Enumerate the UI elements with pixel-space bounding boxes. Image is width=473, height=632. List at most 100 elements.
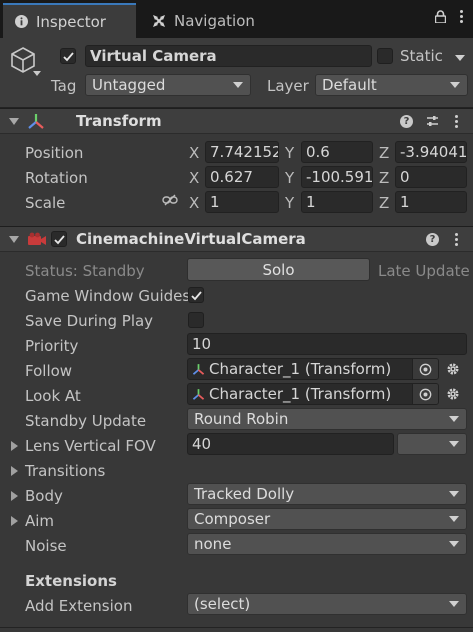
help-icon[interactable]: ? xyxy=(426,233,439,246)
target-icon[interactable] xyxy=(412,384,438,404)
lock-icon[interactable] xyxy=(434,10,447,27)
scale-x-label[interactable]: X xyxy=(189,194,199,212)
checkmark-icon xyxy=(62,51,74,61)
kebab-menu-icon[interactable] xyxy=(460,10,463,27)
aim-foldout-arrow-icon[interactable] xyxy=(11,516,18,526)
priority-value: 10 xyxy=(192,335,212,353)
follow-field[interactable]: Character_1 (Transform) xyxy=(187,358,439,380)
kebab-menu-icon[interactable] xyxy=(455,233,458,246)
scale-x-value: 1 xyxy=(210,193,220,211)
rotation-x-value: 0.627 xyxy=(210,168,253,186)
bottom-divider xyxy=(0,627,473,628)
rotation-z-field[interactable]: 0 xyxy=(395,166,467,188)
layer-dropdown[interactable]: Default xyxy=(315,74,468,96)
position-z-value: -3.94041 xyxy=(400,143,467,161)
chevron-down-icon xyxy=(450,82,460,88)
aim-value: Composer xyxy=(194,510,271,528)
look-at-label: Look At xyxy=(25,387,81,405)
scale-z-label[interactable]: Z xyxy=(379,194,389,212)
transform-title: Transform xyxy=(76,112,162,130)
transform-axes-icon xyxy=(27,113,45,134)
position-y-label[interactable]: Y xyxy=(285,144,294,162)
scale-z-field[interactable]: 1 xyxy=(395,191,467,213)
scale-y-field[interactable]: 1 xyxy=(301,191,373,213)
solo-button[interactable]: Solo xyxy=(187,258,370,281)
transitions-foldout-arrow-icon[interactable] xyxy=(11,466,18,476)
active-checkbox[interactable] xyxy=(60,48,76,64)
standby-update-dropdown[interactable]: Round Robin xyxy=(187,408,467,430)
gear-icon[interactable] xyxy=(446,387,460,405)
tab-inspector-label: Inspector xyxy=(36,12,106,31)
extensions-heading: Extensions xyxy=(25,572,117,590)
game-window-guides-label: Game Window Guides xyxy=(25,287,191,305)
position-x-field[interactable]: 7.742152 xyxy=(205,141,279,163)
sliders-icon[interactable] xyxy=(426,115,439,132)
scale-x-field[interactable]: 1 xyxy=(205,191,279,213)
vcam-title: CinemachineVirtualCamera xyxy=(76,230,306,248)
rotation-z-label[interactable]: Z xyxy=(379,169,389,187)
tab-navigation-label: Navigation xyxy=(174,11,255,30)
gear-icon[interactable] xyxy=(446,362,460,380)
body-dropdown[interactable]: Tracked Dolly xyxy=(187,483,467,505)
follow-value: Character_1 (Transform) xyxy=(209,360,392,378)
transform-axes-icon xyxy=(192,363,205,376)
noise-dropdown[interactable]: none xyxy=(187,533,467,555)
layer-label: Layer xyxy=(267,77,309,95)
foldout-arrow-icon[interactable] xyxy=(9,236,19,243)
static-dropdown-arrow[interactable] xyxy=(455,55,465,61)
body-label[interactable]: Body xyxy=(25,487,63,505)
transform-header[interactable]: Transform ? xyxy=(0,108,473,134)
kebab-menu-icon[interactable] xyxy=(455,115,458,128)
vcam-header[interactable]: CinemachineVirtualCamera ? xyxy=(0,226,473,252)
icon-dropdown-arrow[interactable] xyxy=(33,71,41,76)
chevron-down-icon xyxy=(449,601,459,607)
status-label: Status: Standby xyxy=(25,262,145,280)
target-icon[interactable] xyxy=(412,359,438,379)
checkmark-icon xyxy=(190,290,202,300)
lens-vertical-fov-field[interactable]: 40 xyxy=(187,433,394,455)
tag-dropdown[interactable]: Untagged xyxy=(85,74,251,96)
look-at-value: Character_1 (Transform) xyxy=(209,385,392,403)
object-name-field[interactable]: Virtual Camera xyxy=(85,45,372,67)
scale-y-value: 1 xyxy=(306,193,316,211)
lens-vertical-fov-value: 40 xyxy=(192,435,212,453)
rotation-y-value: -100.591 xyxy=(306,168,373,186)
foldout-arrow-icon[interactable] xyxy=(9,118,19,125)
tab-inspector[interactable]: Inspector xyxy=(3,3,136,38)
position-x-label[interactable]: X xyxy=(189,144,199,162)
look-at-field[interactable]: Character_1 (Transform) xyxy=(187,383,439,405)
chain-link-icon[interactable] xyxy=(162,194,178,210)
save-during-play-checkbox[interactable] xyxy=(188,312,204,328)
position-x-value: 7.742152 xyxy=(210,143,279,161)
scale-y-label[interactable]: Y xyxy=(285,194,294,212)
static-label: Static xyxy=(400,47,443,65)
position-y-field[interactable]: 0.6 xyxy=(301,141,373,163)
scale-z-value: 1 xyxy=(400,193,410,211)
save-during-play-label: Save During Play xyxy=(25,312,154,330)
chevron-down-icon xyxy=(233,82,243,88)
info-icon xyxy=(15,15,28,28)
aim-label[interactable]: Aim xyxy=(25,512,54,530)
rotation-x-label[interactable]: X xyxy=(189,169,199,187)
follow-label: Follow xyxy=(25,362,73,380)
rotation-y-field[interactable]: -100.591 xyxy=(301,166,373,188)
chevron-down-icon xyxy=(449,516,459,522)
body-foldout-arrow-icon[interactable] xyxy=(11,491,18,501)
static-checkbox[interactable] xyxy=(377,48,393,64)
vcam-enabled-checkbox[interactable] xyxy=(51,231,67,247)
position-z-field[interactable]: -3.94041 xyxy=(395,141,467,163)
rotation-y-label[interactable]: Y xyxy=(285,169,294,187)
priority-field[interactable]: 10 xyxy=(187,333,467,355)
lens-vertical-fov-label[interactable]: Lens Vertical FOV xyxy=(25,437,156,455)
lens-preset-dropdown[interactable] xyxy=(397,433,467,455)
game-window-guides-checkbox[interactable] xyxy=(188,287,204,303)
help-icon[interactable]: ? xyxy=(400,115,413,128)
transitions-label[interactable]: Transitions xyxy=(25,462,105,480)
tab-navigation[interactable]: Navigation xyxy=(140,3,300,38)
chevron-down-icon xyxy=(449,416,459,422)
lens-foldout-arrow-icon[interactable] xyxy=(11,441,18,451)
add-extension-dropdown[interactable]: (select) xyxy=(187,593,467,615)
position-z-label[interactable]: Z xyxy=(379,144,389,162)
aim-dropdown[interactable]: Composer xyxy=(187,508,467,530)
rotation-x-field[interactable]: 0.627 xyxy=(205,166,279,188)
